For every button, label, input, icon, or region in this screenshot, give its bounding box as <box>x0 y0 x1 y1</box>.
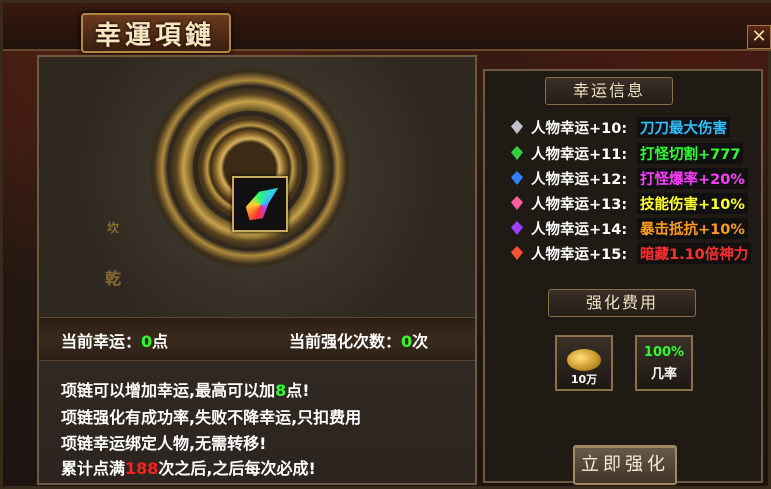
rune-left-lower: 乾 <box>105 269 122 288</box>
description-line-2: 项链强化有成功率,失败不降幸运,只扣费用 <box>61 408 362 427</box>
close-button[interactable]: ✕ <box>747 25 771 49</box>
enhance-now-button[interactable]: 立即强化 <box>573 445 677 485</box>
luck-reward: 技能伤害+10% <box>637 193 748 214</box>
luck-reward: 暴击抵抗+10% <box>637 218 748 239</box>
luck-reward: 打怪切割+777 <box>637 143 744 164</box>
necklace-slot[interactable] <box>232 176 288 232</box>
desc-line1-text: 项链可以增加幸运,最高可以加 <box>61 381 276 400</box>
luck-level-label: 人物幸运+14: <box>531 222 628 238</box>
luck-reward: 暗藏1.10倍神力 <box>637 243 752 264</box>
current-count-label: 当前强化次数： <box>289 332 402 351</box>
gold-cost-box: 10万 <box>555 335 613 391</box>
luck-info-header: 幸运信息 <box>545 77 673 105</box>
description-line-3: 项链幸运绑定人物,无需转移! <box>61 434 267 453</box>
necklace-item-icon <box>245 187 279 221</box>
window-title: 幸運項鏈 <box>95 21 216 51</box>
current-count-value: 0 <box>401 332 413 351</box>
luck-level-label: 人物幸运+13: <box>531 197 628 213</box>
success-rate-label: 几率 <box>650 367 677 382</box>
current-luck-unit: 点 <box>152 332 169 351</box>
current-luck-value: 0 <box>141 332 153 351</box>
necklace-window: 幸運項鏈 ✕ 乾 乾 坎 当前幸运：0点 当前强化次数：0次 项链可以增加幸运,… <box>0 0 771 489</box>
gold-coins-icon <box>567 349 601 371</box>
desc-line4-suffix: 次之后,之后每次必成! <box>158 459 316 478</box>
description-line-1: 项链可以增加幸运,最高可以加8点! <box>61 377 310 401</box>
luck-reward: 打怪爆率+20% <box>637 168 748 189</box>
max-luck-value: 8 <box>275 381 287 400</box>
luck-level-label: 人物幸运+11: <box>531 147 628 163</box>
cost-header: 强化费用 <box>548 289 696 317</box>
luck-reward: 刀刀最大伤害 <box>637 117 730 138</box>
success-rate-box: 100% 几率 <box>635 335 693 391</box>
luck-level-label: 人物幸运+15: <box>531 247 628 263</box>
desc-line1-suffix: 点! <box>286 381 310 400</box>
success-rate-value: 100% <box>643 345 685 360</box>
current-luck-label: 当前幸运： <box>61 332 142 351</box>
guarantee-count-value: 188 <box>125 459 159 478</box>
current-luck: 当前幸运：0点 <box>61 328 168 352</box>
description-line-4: 累计点满188次之后,之后每次必成! <box>61 455 316 479</box>
desc-line4-text: 累计点满 <box>61 459 126 478</box>
current-count-unit: 次 <box>412 332 429 351</box>
current-enhance-count: 当前强化次数：0次 <box>289 328 428 352</box>
gold-cost-amount: 10万 <box>570 373 598 386</box>
luck-level-label: 人物幸运+10: <box>531 121 628 137</box>
rune-left-mid: 坎 <box>107 221 120 235</box>
luck-level-label: 人物幸运+12: <box>531 172 628 188</box>
